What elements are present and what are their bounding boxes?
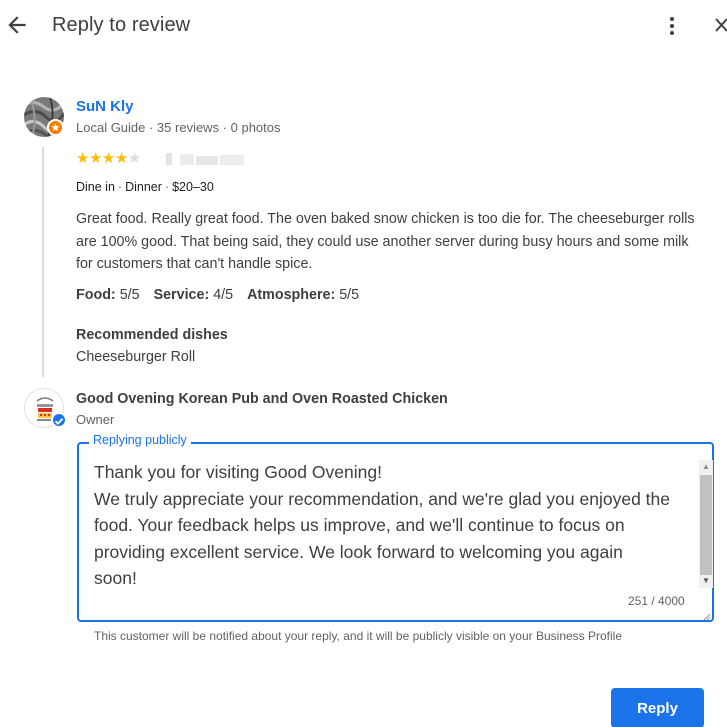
price-range: $20–30	[172, 180, 214, 194]
owner-role: Owner	[76, 412, 115, 427]
visit-details: Dine in · Dinner · $20–30	[76, 180, 214, 194]
close-button[interactable]	[712, 14, 727, 38]
owner-business-name: Good Ovening Korean Pub and Oven Roasted…	[76, 391, 448, 407]
thread-divider	[42, 147, 44, 377]
meal-type: Dinner	[125, 180, 162, 194]
local-guide-badge-icon	[47, 119, 64, 136]
public-notice-text: This customer will be notified about you…	[94, 629, 623, 643]
service-value: 4/5	[213, 287, 234, 303]
more-vert-icon	[670, 17, 674, 35]
sub-ratings: Food: 5/5 Service: 4/5 Atmosphere: 5/5	[76, 287, 359, 303]
verified-check-icon	[51, 412, 67, 428]
dine-type: Dine in	[76, 180, 115, 194]
star-filled-icon: ★	[76, 150, 89, 167]
star-filled-icon: ★	[114, 150, 128, 167]
recommended-dish: Cheeseburger Roll	[76, 349, 196, 365]
review-text: Great food. Really great food. The oven …	[76, 211, 695, 272]
resize-grip-icon[interactable]	[701, 608, 711, 621]
reply-submit-button[interactable]: Reply	[611, 688, 704, 727]
reply-text-content[interactable]: Thank you for visiting Good Ovening! We …	[94, 459, 684, 592]
arrow-left-icon	[8, 16, 26, 34]
star-filled-icon: ★	[88, 150, 102, 167]
food-label: Food:	[76, 287, 116, 303]
star-filled-icon: ★	[101, 150, 115, 167]
reviewer-meta: Local Guide · 35 reviews · 0 photos	[76, 120, 281, 135]
character-count: 251 / 4000	[628, 594, 685, 608]
close-icon	[715, 18, 727, 32]
more-options-button[interactable]	[662, 14, 682, 38]
star-empty-icon: ★	[127, 150, 141, 167]
food-value: 5/5	[119, 287, 140, 303]
page-title: Reply to review	[52, 14, 191, 36]
header-bar: Reply to review	[0, 0, 727, 52]
atmosphere-label: Atmosphere:	[247, 287, 336, 303]
redacted-date	[166, 151, 246, 167]
scroll-thumb[interactable]	[700, 475, 712, 575]
reply-field-label: Replying publicly	[89, 433, 191, 447]
recommended-dishes-title: Recommended dishes	[76, 327, 228, 343]
scroll-up-arrow-icon[interactable]: ▲	[699, 460, 713, 474]
service-label: Service:	[153, 287, 210, 303]
reviewer-name-link[interactable]: SuN Kly	[76, 98, 134, 115]
star-rating: ★★★★★	[76, 149, 141, 167]
back-button[interactable]	[4, 12, 30, 38]
scroll-down-arrow-icon[interactable]: ▼	[699, 574, 713, 588]
atmosphere-value: 5/5	[339, 287, 360, 303]
